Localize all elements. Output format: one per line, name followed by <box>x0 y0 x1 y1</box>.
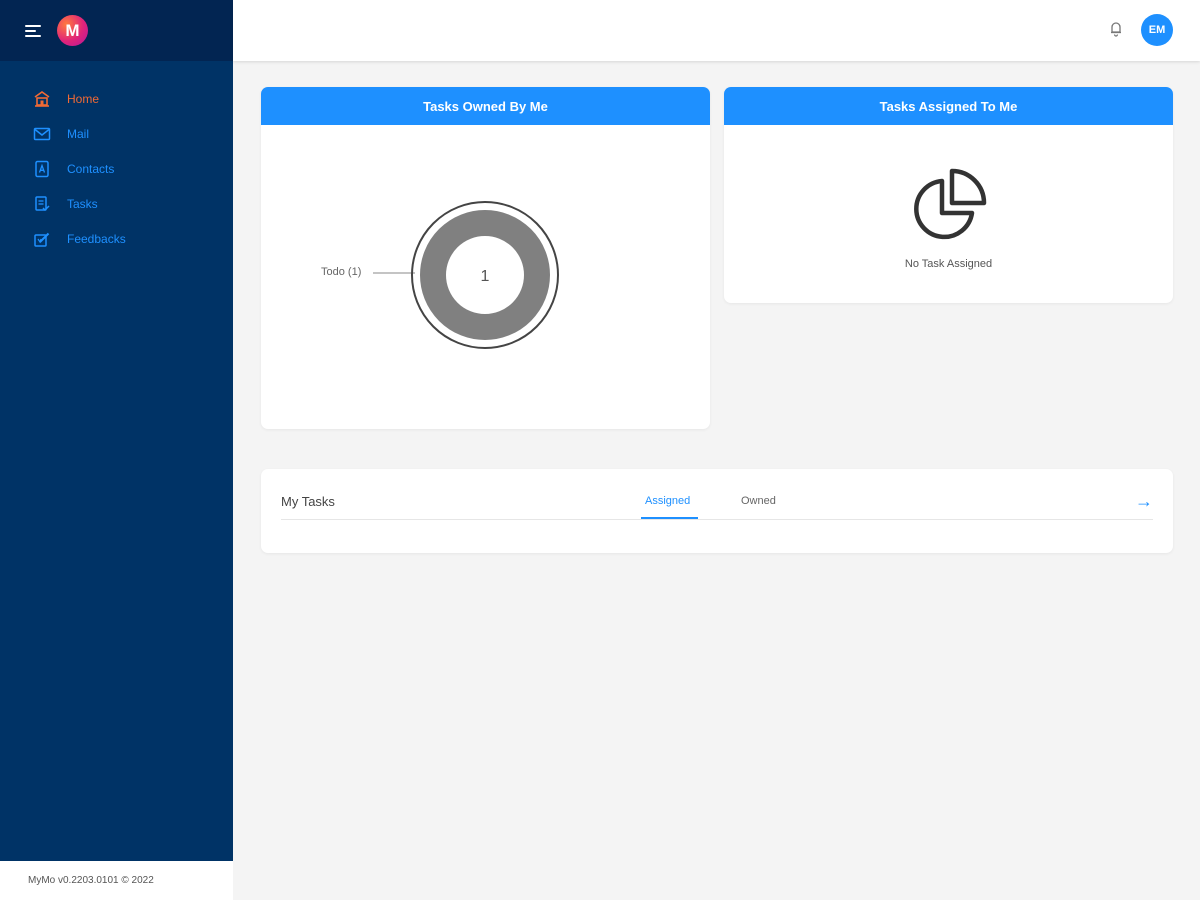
mail-icon <box>33 125 51 143</box>
logo-letter: M <box>65 20 80 40</box>
bell-icon[interactable] <box>1110 21 1122 42</box>
sidebar: M Home Mail Contacts Tasks Feedbacks MyM… <box>0 0 233 900</box>
my-tasks-title: My Tasks <box>281 494 335 509</box>
sidebar-item-mail[interactable]: Mail <box>0 116 233 151</box>
tasks-assigned-card: Tasks Assigned To Me No Task Assigned <box>724 87 1173 303</box>
tasks-owned-card: Tasks Owned By Me Todo (1) 1 <box>261 87 710 429</box>
sidebar-item-label: Tasks <box>67 196 98 211</box>
sidebar-header: M <box>0 0 233 61</box>
sidebar-item-label: Feedbacks <box>67 231 126 246</box>
sidebar-nav: Home Mail Contacts Tasks Feedbacks <box>0 61 233 256</box>
version-footer: MyMo v0.2203.0101 © 2022 <box>0 861 233 900</box>
avatar[interactable]: EM <box>1141 14 1173 46</box>
pie-chart-icon <box>906 167 990 256</box>
sidebar-item-label: Home <box>67 91 100 106</box>
home-icon <box>33 90 51 108</box>
my-tasks-card: My Tasks Assigned Owned → <box>261 469 1173 553</box>
sidebar-item-tasks[interactable]: Tasks <box>0 186 233 221</box>
tasks-assigned-title: Tasks Assigned To Me <box>724 87 1173 125</box>
tabs-divider <box>281 519 1153 520</box>
menu-icon[interactable] <box>25 24 41 37</box>
tasks-icon <box>33 195 51 213</box>
sidebar-item-label: Contacts <box>67 161 115 176</box>
tasks-owned-title: Tasks Owned By Me <box>261 87 710 125</box>
contacts-icon <box>33 160 51 178</box>
donut-chart: 1 <box>373 201 559 349</box>
active-tab-indicator <box>641 517 698 519</box>
tab-assigned[interactable]: Assigned <box>645 495 690 507</box>
app-logo[interactable]: M <box>57 15 88 46</box>
tasks-owned-chart: Todo (1) 1 <box>261 125 710 429</box>
sidebar-item-feedbacks[interactable]: Feedbacks <box>0 221 233 256</box>
sidebar-item-label: Mail <box>67 126 90 141</box>
arrow-right-icon[interactable]: → <box>1135 491 1153 512</box>
tab-owned[interactable]: Owned <box>741 495 776 507</box>
sidebar-item-home[interactable]: Home <box>0 81 233 116</box>
empty-state-text: No Task Assigned <box>904 258 993 270</box>
sidebar-item-contacts[interactable]: Contacts <box>0 151 233 186</box>
feedback-icon <box>33 230 51 248</box>
top-bar: EM <box>233 0 1200 61</box>
donut-center-value: 1 <box>481 268 490 285</box>
